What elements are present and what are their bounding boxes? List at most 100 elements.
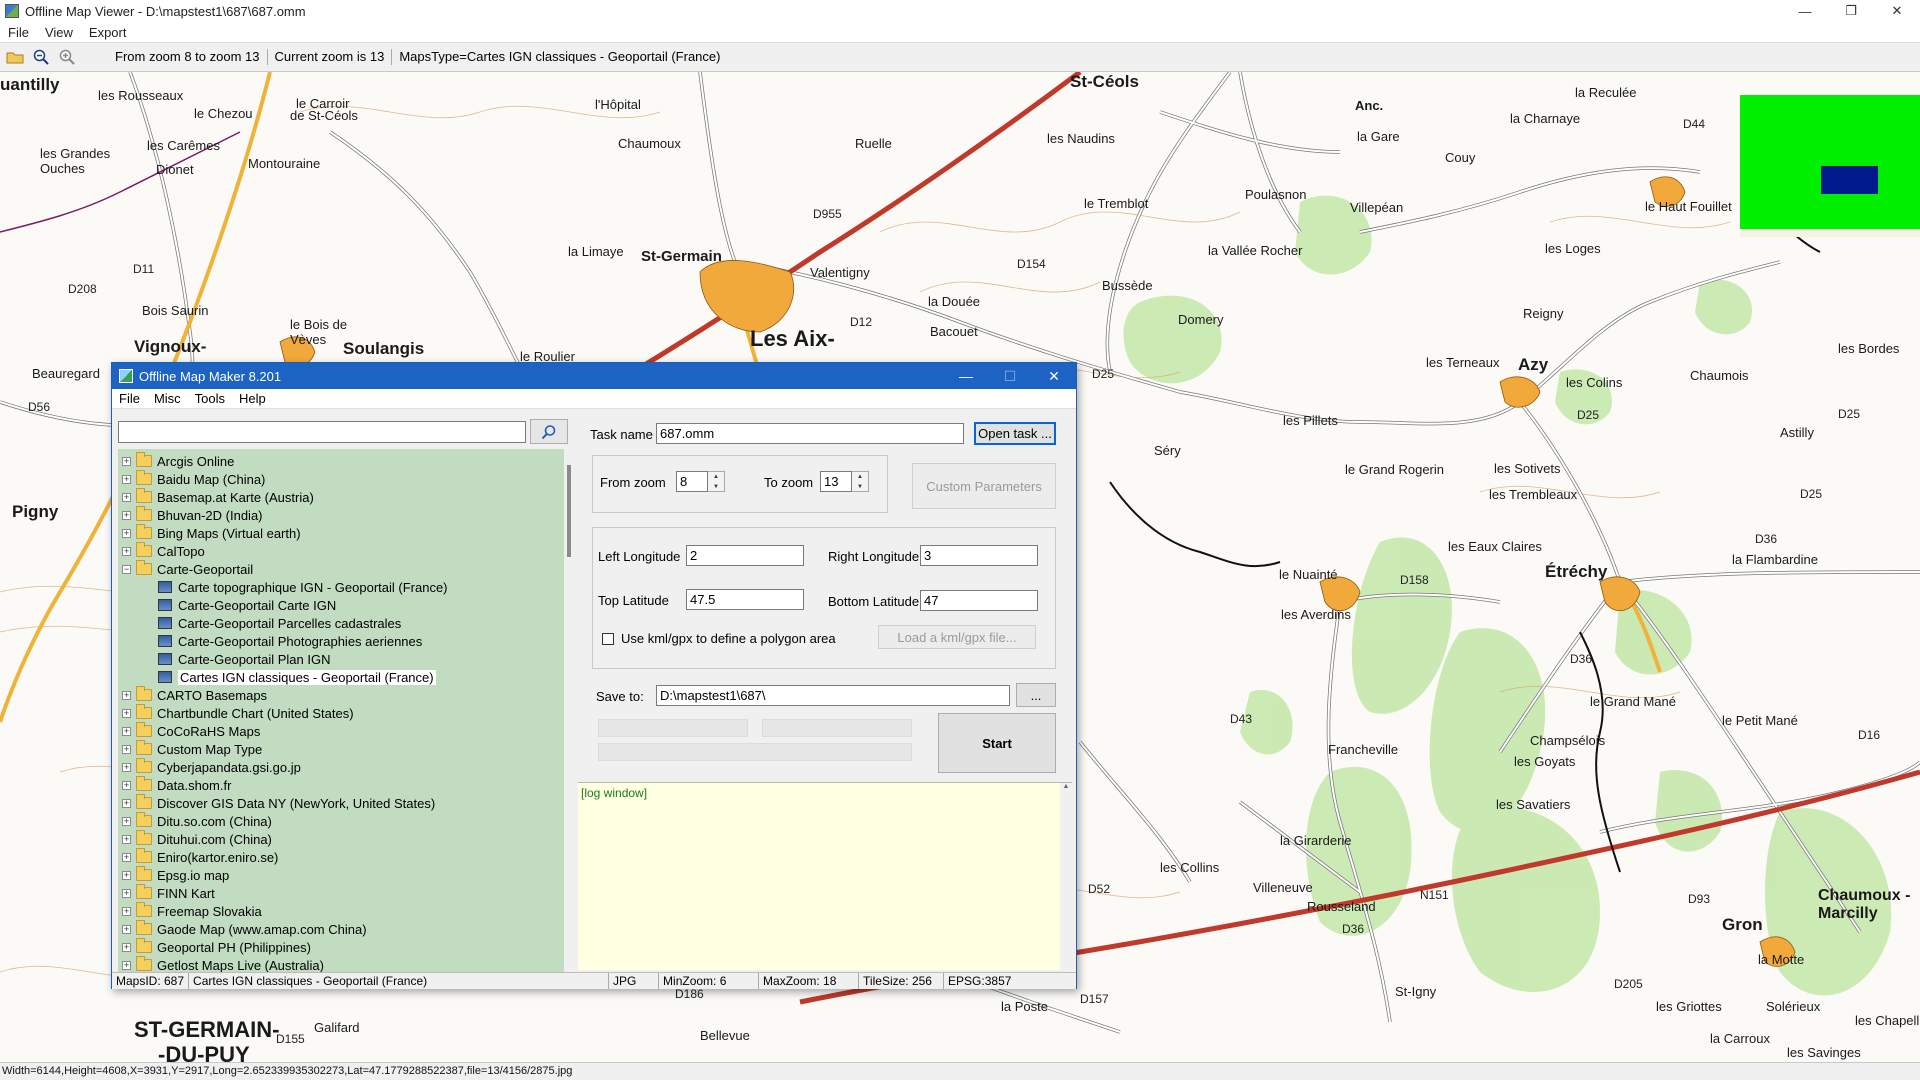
to-zoom-input[interactable]: 13 [820,471,852,492]
map-label: D208 [68,282,97,296]
task-name-input[interactable]: 687.omm [656,423,964,444]
from-zoom-input[interactable]: 8 [676,471,708,492]
map-label: Villeneuve [1253,880,1313,895]
load-kml-button[interactable]: Load a kml/gpx file... [878,625,1036,649]
save-to-input[interactable]: D:\mapstest1\687\ [656,685,1010,706]
search-input[interactable] [118,421,526,443]
tree-folder-item[interactable]: + Freemap Slovakia [118,902,564,920]
top-latitude-input[interactable]: 47.5 [686,589,804,610]
expand-toggle-icon[interactable]: + [122,852,131,862]
expand-toggle-icon[interactable]: + [122,870,131,880]
tree-folder-item[interactable]: + Cyberjapandata.gsi.go.jp [118,758,564,776]
maker-close-button[interactable]: ✕ [1032,363,1076,389]
expand-toggle-icon[interactable]: + [122,744,131,754]
map-label: les Bordes [1838,341,1900,356]
tree-item-label: Carte-Geoportail Carte IGN [178,597,337,613]
search-button[interactable] [530,419,568,444]
tree-folder-item[interactable]: + CARTO Basemaps [118,686,564,704]
kml-checkbox[interactable] [602,633,614,645]
expand-toggle-icon[interactable]: + [122,834,131,844]
minimize-button[interactable]: — [1782,0,1828,22]
tree-folder-item[interactable]: + Discover GIS Data NY (NewYork, United S… [118,794,564,812]
tree-folder-item[interactable]: + Gaode Map (www.amap.com China) [118,920,564,938]
start-button[interactable]: Start [938,713,1056,773]
tree-folder-item[interactable]: + Epsg.io map [118,866,564,884]
tree-child-item[interactable]: Carte topographique IGN - Geoportail (Fr… [118,578,564,596]
tree-child-item[interactable]: Carte-Geoportail Carte IGN [118,596,564,614]
map-label: D205 [1614,977,1643,991]
tree-folder-item[interactable]: + Data.shom.fr [118,776,564,794]
tree-folder-item[interactable]: + FINN Kart [118,884,564,902]
expand-toggle-icon[interactable]: + [122,942,131,952]
bottom-latitude-input[interactable]: 47 [920,590,1038,611]
tree-folder-item[interactable]: + Custom Map Type [118,740,564,758]
right-longitude-input[interactable]: 3 [920,545,1038,566]
expand-toggle-icon[interactable]: + [122,816,131,826]
tree-folder-item[interactable]: + Getlost Maps Live (Australia) [118,956,564,973]
tree-folder-item[interactable]: + Dituhui.com (China) [118,830,564,848]
expand-toggle-icon[interactable]: + [122,492,131,502]
expand-toggle-icon[interactable]: + [122,546,131,556]
expand-toggle-icon[interactable]: + [122,798,131,808]
open-folder-button[interactable] [4,46,26,68]
tree-scrollbar-thumb[interactable] [567,465,571,557]
tree-item-label: CARTO Basemaps [157,687,268,703]
open-task-button[interactable]: Open task ... [974,422,1056,445]
tree-folder-item[interactable]: + CalTopo [118,542,564,560]
close-button[interactable]: ✕ [1874,0,1920,22]
menu-export[interactable]: Export [81,25,135,40]
maps-type-tree[interactable]: + Arcgis Online + Baidu Map (China) + Basemap… [118,449,564,973]
task-settings-panel: Task name 687.omm Open task ... From zoo… [578,415,1072,975]
log-scrollbar[interactable]: ▲ [1060,783,1072,971]
expand-toggle-icon[interactable]: + [122,690,131,700]
maker-minimize-button[interactable]: — [944,363,988,389]
tree-folder-item[interactable]: + Chartbundle Chart (United States) [118,704,564,722]
expand-toggle-icon[interactable]: + [122,708,131,718]
tree-child-item[interactable]: Carte-Geoportail Parcelles cadastrales [118,614,564,632]
log-window[interactable]: [log window] ▲ [578,782,1072,971]
menu-file[interactable]: File [0,25,37,40]
tree-folder-item[interactable]: + Geoportal PH (Philippines) [118,938,564,956]
tree-scrollbar[interactable] [564,449,576,973]
maker-menu-misc[interactable]: Misc [147,391,188,406]
expand-toggle-icon[interactable]: + [122,726,131,736]
expand-toggle-icon[interactable]: + [122,474,131,484]
tree-child-item[interactable]: Cartes IGN classiques - Geoportail (Fran… [118,668,564,686]
zoom-out-button[interactable] [30,46,52,68]
maker-menu-tools[interactable]: Tools [188,391,232,406]
tree-folder-item[interactable]: + Ditu.so.com (China) [118,812,564,830]
zoom-in-button[interactable] [56,46,78,68]
tree-child-item[interactable]: Carte-Geoportail Photographies aeriennes [118,632,564,650]
expand-toggle-icon[interactable]: + [122,528,131,538]
expand-toggle-icon[interactable]: − [122,564,131,574]
left-longitude-input[interactable]: 2 [686,545,804,566]
tree-folder-item[interactable]: + Basemap.at Karte (Austria) [118,488,564,506]
expand-toggle-icon[interactable]: + [122,960,131,970]
tree-folder-item[interactable]: − Carte-Geoportail [118,560,564,578]
maker-maximize-button[interactable]: ☐ [988,363,1032,389]
tree-folder-item[interactable]: + Bhuvan-2D (India) [118,506,564,524]
tree-folder-item[interactable]: + Bing Maps (Virtual earth) [118,524,564,542]
maker-menu-file[interactable]: File [112,391,147,406]
expand-toggle-icon[interactable]: + [122,924,131,934]
expand-toggle-icon[interactable]: + [122,888,131,898]
custom-parameters-button[interactable]: Custom Parameters [912,463,1056,509]
expand-toggle-icon[interactable]: + [122,456,131,466]
map-maker-window: Offline Map Maker 8.201 — ☐ ✕ File Misc … [111,362,1077,989]
tree-folder-item[interactable]: + CoCoRaHS Maps [118,722,564,740]
expand-toggle-icon[interactable]: + [122,510,131,520]
maximize-button[interactable]: ❐ [1828,0,1874,22]
menu-view[interactable]: View [37,25,81,40]
browse-button[interactable]: ... [1016,683,1056,707]
expand-toggle-icon[interactable]: + [122,780,131,790]
map-label: D12 [850,315,873,329]
tree-folder-item[interactable]: + Eniro(kartor.eniro.se) [118,848,564,866]
from-zoom-spinner[interactable]: ▲ ▼ [708,471,725,492]
tree-folder-item[interactable]: + Baidu Map (China) [118,470,564,488]
expand-toggle-icon[interactable]: + [122,762,131,772]
tree-folder-item[interactable]: + Arcgis Online [118,452,564,470]
tree-child-item[interactable]: Carte-Geoportail Plan IGN [118,650,564,668]
to-zoom-spinner[interactable]: ▲ ▼ [852,471,869,492]
expand-toggle-icon[interactable]: + [122,906,131,916]
maker-menu-help[interactable]: Help [232,391,273,406]
